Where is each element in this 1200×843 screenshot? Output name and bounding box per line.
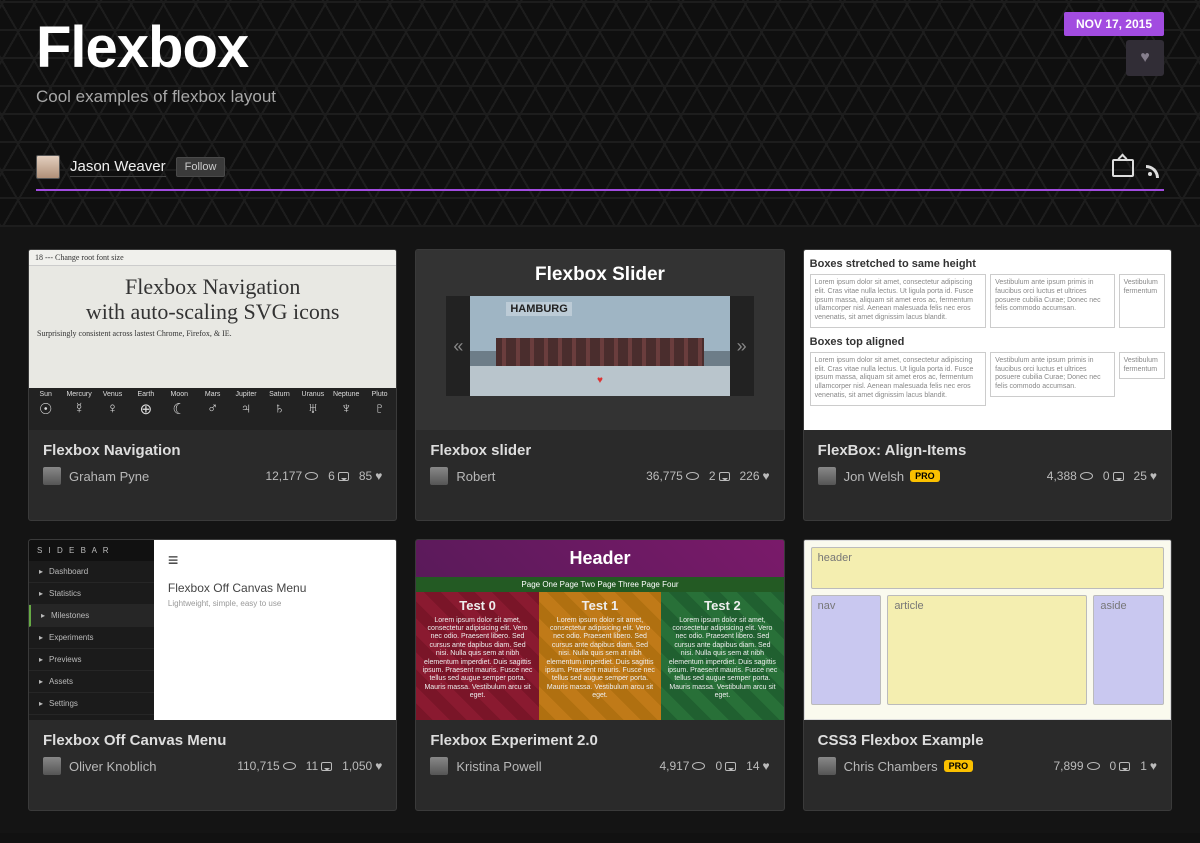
pen-title[interactable]: Flexbox Navigation — [29, 430, 396, 463]
comments-icon — [321, 762, 332, 771]
collection-header: NOV 17, 2015 ♥ Flexbox Cool examples of … — [0, 0, 1200, 227]
comments-icon — [1113, 472, 1124, 481]
tv-icon[interactable] — [1112, 159, 1134, 177]
collection-subtitle: Cool examples of flexbox layout — [36, 87, 1164, 107]
heart-icon: ♥ — [1150, 469, 1157, 483]
pro-badge: PRO — [944, 760, 974, 772]
pen-card[interactable]: 18 --- Change root font size Flexbox Nav… — [28, 249, 397, 521]
divider — [36, 189, 1164, 191]
pen-title[interactable]: Flexbox Off Canvas Menu — [29, 720, 396, 753]
views-icon — [686, 472, 699, 480]
pen-card[interactable]: Boxes stretched to same height Lorem ips… — [803, 249, 1172, 521]
avatar[interactable] — [43, 467, 61, 485]
author-link[interactable]: Oliver Knoblich — [69, 759, 156, 774]
views-icon — [692, 762, 705, 770]
views-icon — [1080, 472, 1093, 480]
author-link[interactable]: Robert — [456, 469, 495, 484]
heart-icon: ♥ — [763, 759, 770, 773]
heart-icon: ♥ — [1150, 759, 1157, 773]
views-icon — [1087, 762, 1100, 770]
pen-stats: 4,388 0 25♥ — [1047, 469, 1157, 483]
pen-card[interactable]: S I D E B A R ▸Dashboard▸Statistics▸Mile… — [28, 539, 397, 811]
next-arrow-icon: » — [730, 336, 754, 357]
avatar[interactable] — [818, 757, 836, 775]
author-link[interactable]: Chris Chambers — [844, 759, 938, 774]
pen-stats: 7,899 0 1♥ — [1053, 759, 1157, 773]
author-link[interactable]: Jason Weaver — [70, 158, 166, 177]
pen-thumbnail: 18 --- Change root font size Flexbox Nav… — [29, 250, 396, 430]
rss-icon[interactable] — [1148, 160, 1164, 176]
pen-thumbnail: Flexbox Slider « HAMBURG » ♥ — [416, 250, 783, 430]
avatar[interactable] — [36, 155, 60, 179]
pen-stats: 36,775 2 226♥ — [646, 469, 770, 483]
views-icon — [305, 472, 318, 480]
pen-thumbnail: header nav article aside — [804, 540, 1171, 720]
heart-icon: ♥ — [375, 469, 382, 483]
pen-thumbnail: Boxes stretched to same height Lorem ips… — [804, 250, 1171, 430]
comments-icon — [725, 762, 736, 771]
heart-icon: ♥ — [763, 469, 770, 483]
avatar[interactable] — [430, 467, 448, 485]
pen-thumbnail: Header Page One Page Two Page Three Page… — [416, 540, 783, 720]
author-link[interactable]: Graham Pyne — [69, 469, 149, 484]
pen-title[interactable]: CSS3 Flexbox Example — [804, 720, 1171, 753]
pro-badge: PRO — [910, 470, 940, 482]
pen-card[interactable]: Header Page One Page Two Page Three Page… — [415, 539, 784, 811]
avatar[interactable] — [818, 467, 836, 485]
comments-icon — [338, 472, 349, 481]
views-icon — [283, 762, 296, 770]
pen-thumbnail: S I D E B A R ▸Dashboard▸Statistics▸Mile… — [29, 540, 396, 720]
pen-title[interactable]: Flexbox Experiment 2.0 — [416, 720, 783, 753]
follow-button[interactable]: Follow — [176, 157, 226, 177]
author-link[interactable]: Kristina Powell — [456, 759, 541, 774]
header-actions — [1112, 159, 1164, 177]
pen-card[interactable]: header nav article aside CSS3 Flexbox Ex… — [803, 539, 1172, 811]
comments-icon — [719, 472, 730, 481]
pen-stats: 12,177 6 85♥ — [265, 469, 382, 483]
comments-icon — [1119, 762, 1130, 771]
heart-icon: ♥ — [597, 375, 603, 386]
author-row: Jason Weaver Follow — [36, 155, 225, 179]
pen-title[interactable]: Flexbox slider — [416, 430, 783, 463]
heart-icon: ♥ — [375, 759, 382, 773]
heart-icon: ♥ — [1140, 49, 1150, 67]
pen-stats: 4,917 0 14♥ — [659, 759, 769, 773]
pen-grid: 18 --- Change root font size Flexbox Nav… — [0, 227, 1200, 833]
pen-card[interactable]: Flexbox Slider « HAMBURG » ♥ Flexbox sli… — [415, 249, 784, 521]
pen-title[interactable]: FlexBox: Align-Items — [804, 430, 1171, 463]
author-link[interactable]: Jon Welsh — [844, 469, 904, 484]
menu-icon: ≡ — [168, 550, 382, 571]
collection-title: Flexbox — [36, 14, 1164, 81]
avatar[interactable] — [43, 757, 61, 775]
prev-arrow-icon: « — [446, 336, 470, 357]
favorite-button[interactable]: ♥ — [1126, 40, 1164, 76]
pen-stats: 110,715 11 1,050♥ — [237, 759, 382, 773]
avatar[interactable] — [430, 757, 448, 775]
date-badge: NOV 17, 2015 — [1064, 12, 1164, 36]
